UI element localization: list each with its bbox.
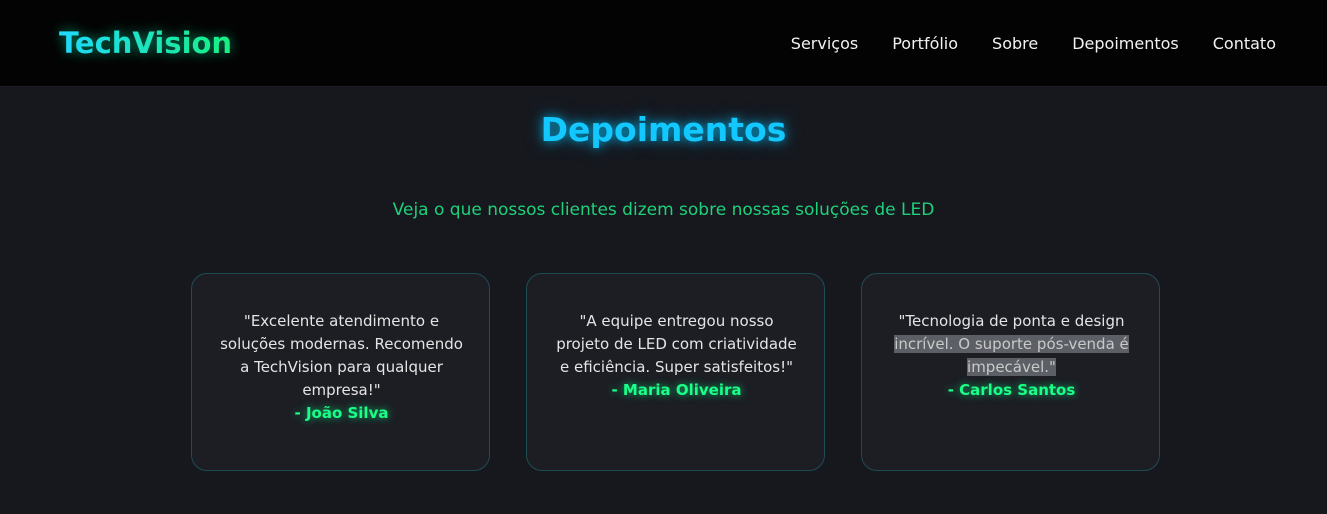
nav-link-servicos[interactable]: Serviços <box>791 33 858 55</box>
selected-text[interactable]: incrível. O suporte pós-venda é impecáve… <box>894 335 1129 376</box>
nav-link-sobre[interactable]: Sobre <box>992 33 1038 55</box>
nav-link-depoimentos[interactable]: Depoimentos <box>1072 33 1179 55</box>
page: TechVision Serviços Portfólio Sobre Depo… <box>0 0 1327 514</box>
brand-logo[interactable]: TechVision <box>59 25 232 61</box>
testimonial-quote: "Tecnologia de ponta e design incrível. … <box>888 310 1135 402</box>
testimonial-quote: "A equipe entregou nosso projeto de LED … <box>553 310 800 402</box>
testimonial-quote: "Excelente atendimento e soluções modern… <box>218 310 465 425</box>
nav-link-contato[interactable]: Contato <box>1213 33 1276 55</box>
nav-menu: Serviços Portfólio Sobre Depoimentos Con… <box>757 33 1276 55</box>
testimonial-card: "Tecnologia de ponta e design incrível. … <box>861 273 1160 471</box>
testimonial-quote-text: "A equipe entregou nosso projeto de LED … <box>556 312 797 376</box>
testimonial-author: - João Silva <box>294 404 389 422</box>
nav-link-portfolio[interactable]: Portfólio <box>892 33 958 55</box>
testimonial-card: "Excelente atendimento e soluções modern… <box>191 273 490 471</box>
testimonial-author: - Maria Oliveira <box>611 381 742 399</box>
testimonial-quote-text: "Excelente atendimento e soluções modern… <box>220 312 463 399</box>
testimonial-author: - Carlos Santos <box>947 381 1076 399</box>
navbar: TechVision Serviços Portfólio Sobre Depo… <box>0 0 1327 87</box>
section-subtitle: Veja o que nossos clientes dizem sobre n… <box>392 200 935 220</box>
section-title: Depoimentos <box>540 110 787 149</box>
testimonial-card: "A equipe entregou nosso projeto de LED … <box>526 273 825 471</box>
testimonial-quote-text: "Tecnologia de ponta e design <box>898 312 1125 330</box>
